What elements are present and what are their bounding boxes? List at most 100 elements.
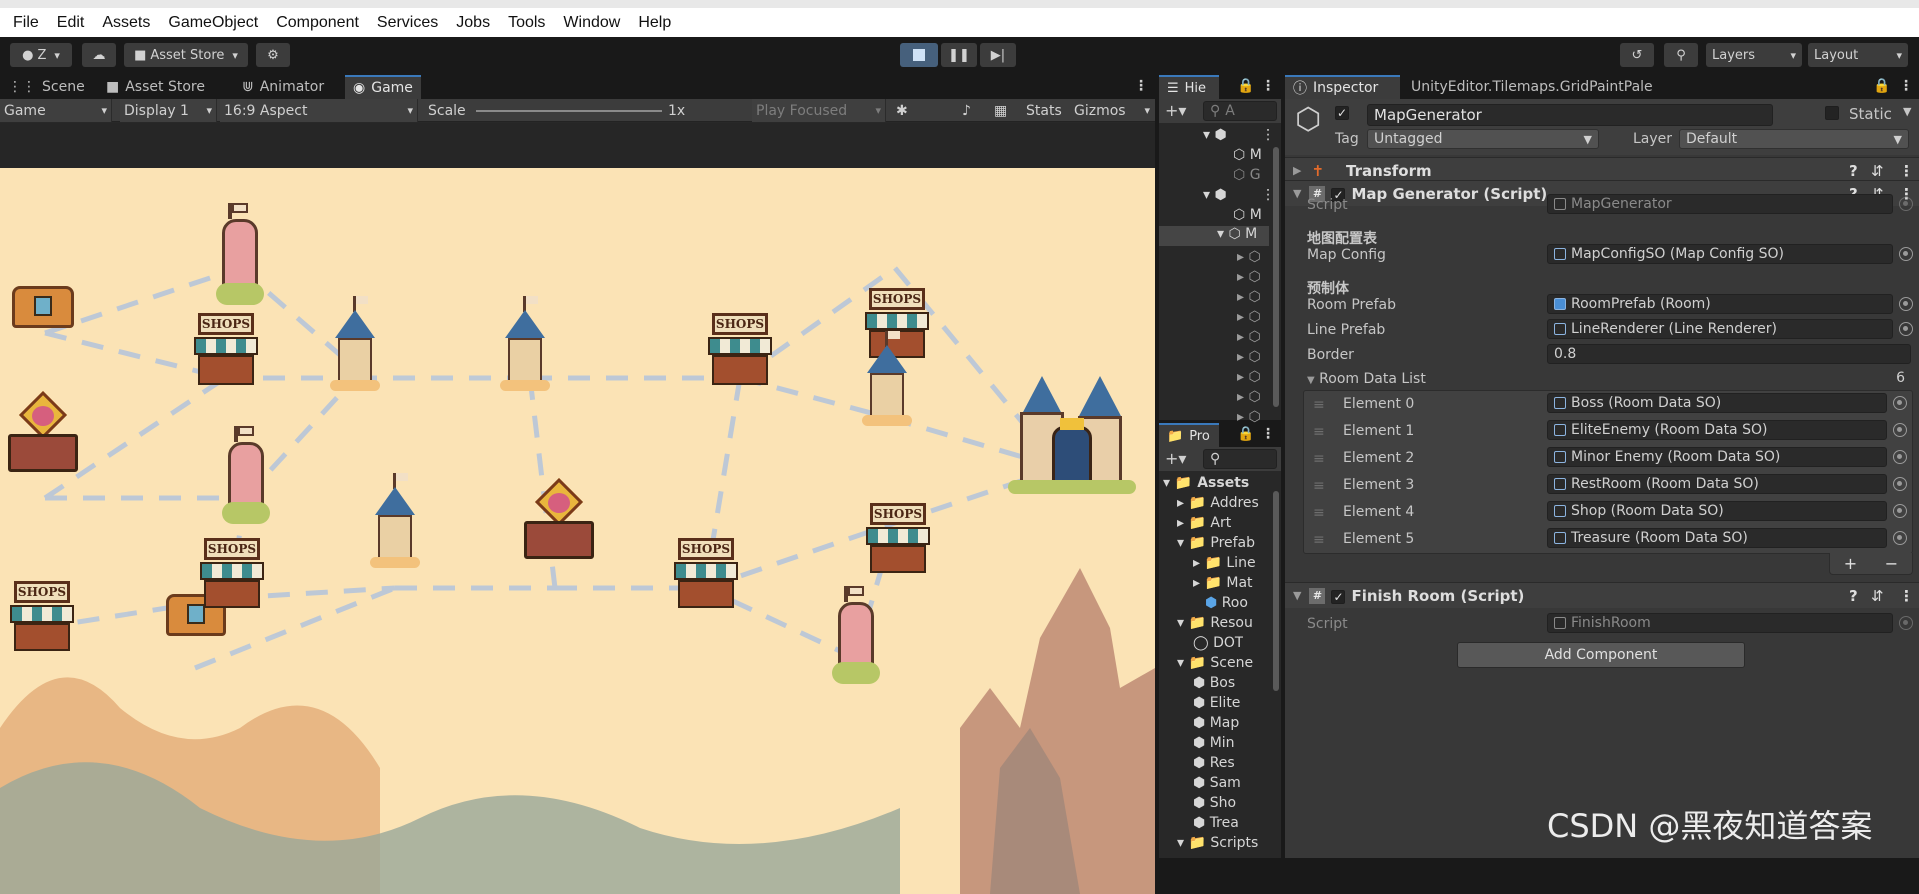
menu-edit[interactable]: Edit (48, 14, 94, 32)
create-plus-button[interactable]: +▾ (1165, 449, 1186, 468)
rest-tower[interactable] (832, 586, 880, 686)
tab-hierarchy[interactable]: ☰ Hie (1159, 75, 1219, 99)
static-dropdown-arrow[interactable]: ▼ (1903, 105, 1911, 118)
menu-file[interactable]: File (4, 14, 48, 32)
project-item[interactable]: ⬢ Roo (1205, 595, 1248, 611)
project-item[interactable]: ⬢ Sho (1193, 795, 1236, 811)
add-component-button[interactable]: Add Component (1457, 642, 1745, 668)
bug-icon[interactable]: ✱ (892, 99, 918, 122)
treasure-chest[interactable] (12, 278, 74, 328)
tab-inspector[interactable]: ⓘ Inspector (1285, 75, 1400, 99)
asset-store-dropdown[interactable]: ■ Asset Store (124, 43, 248, 67)
play-stop-button[interactable] (900, 43, 938, 67)
mute-audio-icon[interactable]: ♪ (958, 99, 982, 122)
project-item[interactable]: ▾ 📁 Scripts (1177, 835, 1258, 851)
object-picker-icon[interactable] (1893, 396, 1907, 410)
enemy-tower[interactable] (862, 331, 912, 426)
project-item[interactable]: ▾ 📁 Scene (1177, 655, 1253, 671)
lock-icon[interactable]: 🔒 (1237, 78, 1254, 94)
shop-room[interactable]: SHOPS (674, 538, 738, 608)
tab-asset-store[interactable]: ■ Asset Store (98, 75, 213, 99)
project-item[interactable]: ◯ DOT (1193, 635, 1243, 651)
element-field[interactable]: Treasure (Room Data SO) (1547, 528, 1887, 548)
drag-handle-icon[interactable]: ≡ (1313, 532, 1325, 548)
border-input[interactable]: 0.8 (1547, 344, 1911, 364)
tag-dropdown[interactable]: Untagged ▼ (1367, 129, 1599, 149)
enemy-tower[interactable] (500, 296, 550, 391)
tab-game[interactable]: ◉ Game (345, 75, 421, 99)
project-item[interactable]: ▾ 📁 Prefab (1177, 535, 1255, 551)
object-picker-icon[interactable] (1893, 423, 1907, 437)
project-scrollbar[interactable] (1271, 471, 1281, 858)
add-element-button[interactable]: + (1844, 554, 1857, 573)
object-picker-icon[interactable] (1899, 247, 1913, 261)
project-search-input[interactable]: ⚲ (1203, 449, 1277, 469)
pause-button[interactable]: ❚❚ (941, 43, 977, 67)
element-field[interactable]: RestRoom (Room Data SO) (1547, 474, 1887, 494)
search-button[interactable]: ⚲ (1664, 43, 1698, 67)
menu-component[interactable]: Component (267, 14, 368, 32)
menu-jobs[interactable]: Jobs (447, 14, 499, 32)
tab-project[interactable]: 📁 Pro (1159, 423, 1219, 447)
layout-dropdown[interactable]: Layout (1808, 43, 1908, 67)
rest-tower[interactable] (222, 426, 270, 526)
element-field[interactable]: Boss (Room Data SO) (1547, 393, 1887, 413)
shop-room[interactable]: SHOPS (194, 313, 258, 385)
drag-handle-icon[interactable]: ≡ (1313, 505, 1325, 521)
project-item[interactable]: ⬢ Elite (1193, 695, 1240, 711)
help-icon[interactable]: ? (1849, 162, 1858, 180)
element-field[interactable]: Shop (Room Data SO) (1547, 501, 1887, 521)
map-config-field[interactable]: MapConfigSO (Map Config SO) (1547, 244, 1893, 264)
menu-assets[interactable]: Assets (93, 14, 159, 32)
tab-animator[interactable]: ⋓ Animator (234, 75, 332, 99)
object-active-checkbox[interactable]: ✓ (1335, 106, 1349, 121)
object-picker-icon[interactable] (1899, 297, 1913, 311)
elite-enemy-room[interactable] (524, 477, 594, 559)
play-mode-dropdown[interactable]: Play Focused (752, 99, 886, 122)
account-dropdown[interactable]: ● Z (10, 43, 72, 67)
inspector-menu-icon[interactable]: ⋮ (1899, 78, 1913, 94)
component-menu-icon[interactable]: ⋮ (1899, 587, 1914, 605)
project-item[interactable]: ⬢ Map (1193, 715, 1239, 731)
boss-castle[interactable] (1008, 376, 1136, 494)
menu-services[interactable]: Services (368, 14, 447, 32)
rest-tower[interactable] (216, 203, 264, 308)
project-item[interactable]: ⬢ Bos (1193, 675, 1235, 691)
help-icon[interactable]: ? (1849, 587, 1858, 605)
hierarchy-search-input[interactable]: ⚲ A (1203, 101, 1277, 121)
drag-handle-icon[interactable]: ≡ (1313, 451, 1325, 467)
drag-handle-icon[interactable]: ≡ (1313, 397, 1325, 413)
enemy-tower[interactable] (330, 296, 380, 391)
create-plus-button[interactable]: +▾ (1165, 101, 1186, 120)
static-checkbox[interactable] (1825, 106, 1839, 124)
package-button[interactable]: ⚙ (256, 43, 290, 67)
project-item[interactable]: ⬢ Sam (1193, 775, 1241, 791)
layers-dropdown[interactable]: Layers (1706, 43, 1802, 67)
object-picker-icon[interactable] (1893, 450, 1907, 464)
view-dropdown[interactable]: Game (0, 99, 112, 122)
layer-dropdown[interactable]: Default ▼ (1679, 129, 1909, 149)
project-item[interactable]: ⬢ Min (1193, 735, 1235, 751)
project-item[interactable]: ▸ 📁 Art (1177, 515, 1231, 531)
project-item[interactable]: ▸ 📁 Addres (1177, 495, 1259, 511)
tab-scene[interactable]: ⋮⋮ Scene (0, 75, 93, 99)
display-dropdown[interactable]: Display 1 (120, 99, 217, 122)
finish-room-component-header[interactable]: ▼ # ✓ Finish Room (Script) ? ⇵ ⋮ (1285, 582, 1919, 608)
project-item[interactable]: ▸ 📁 Mat (1193, 575, 1253, 591)
game-viewport[interactable]: SHOPS SHOPS SHOPS SHOPS SHOPS SHOPS SHOP… (0, 168, 1155, 894)
cloud-button[interactable]: ☁ (82, 43, 116, 67)
hierarchy-row[interactable]: ⬡ M (1233, 147, 1262, 163)
project-item[interactable]: ⬢ Res (1193, 755, 1235, 771)
element-field[interactable]: EliteEnemy (Room Data SO) (1547, 420, 1887, 440)
scene-root-row[interactable]: ▾ ⬢ ⋮ (1203, 127, 1275, 143)
menu-tools[interactable]: Tools (499, 14, 554, 32)
lock-icon[interactable]: 🔒 (1237, 426, 1254, 442)
scene-root-row[interactable]: ▾ ⬢ ⋮ (1203, 187, 1275, 203)
drag-handle-icon[interactable]: ≡ (1313, 424, 1325, 440)
elite-enemy-room[interactable] (8, 390, 78, 472)
shop-room[interactable]: SHOPS (200, 538, 264, 608)
shop-room[interactable]: SHOPS (708, 313, 772, 385)
hierarchy-row[interactable]: ⬡ G (1233, 167, 1261, 183)
remove-element-button[interactable]: − (1885, 554, 1898, 573)
shop-room[interactable]: SHOPS (866, 503, 930, 573)
